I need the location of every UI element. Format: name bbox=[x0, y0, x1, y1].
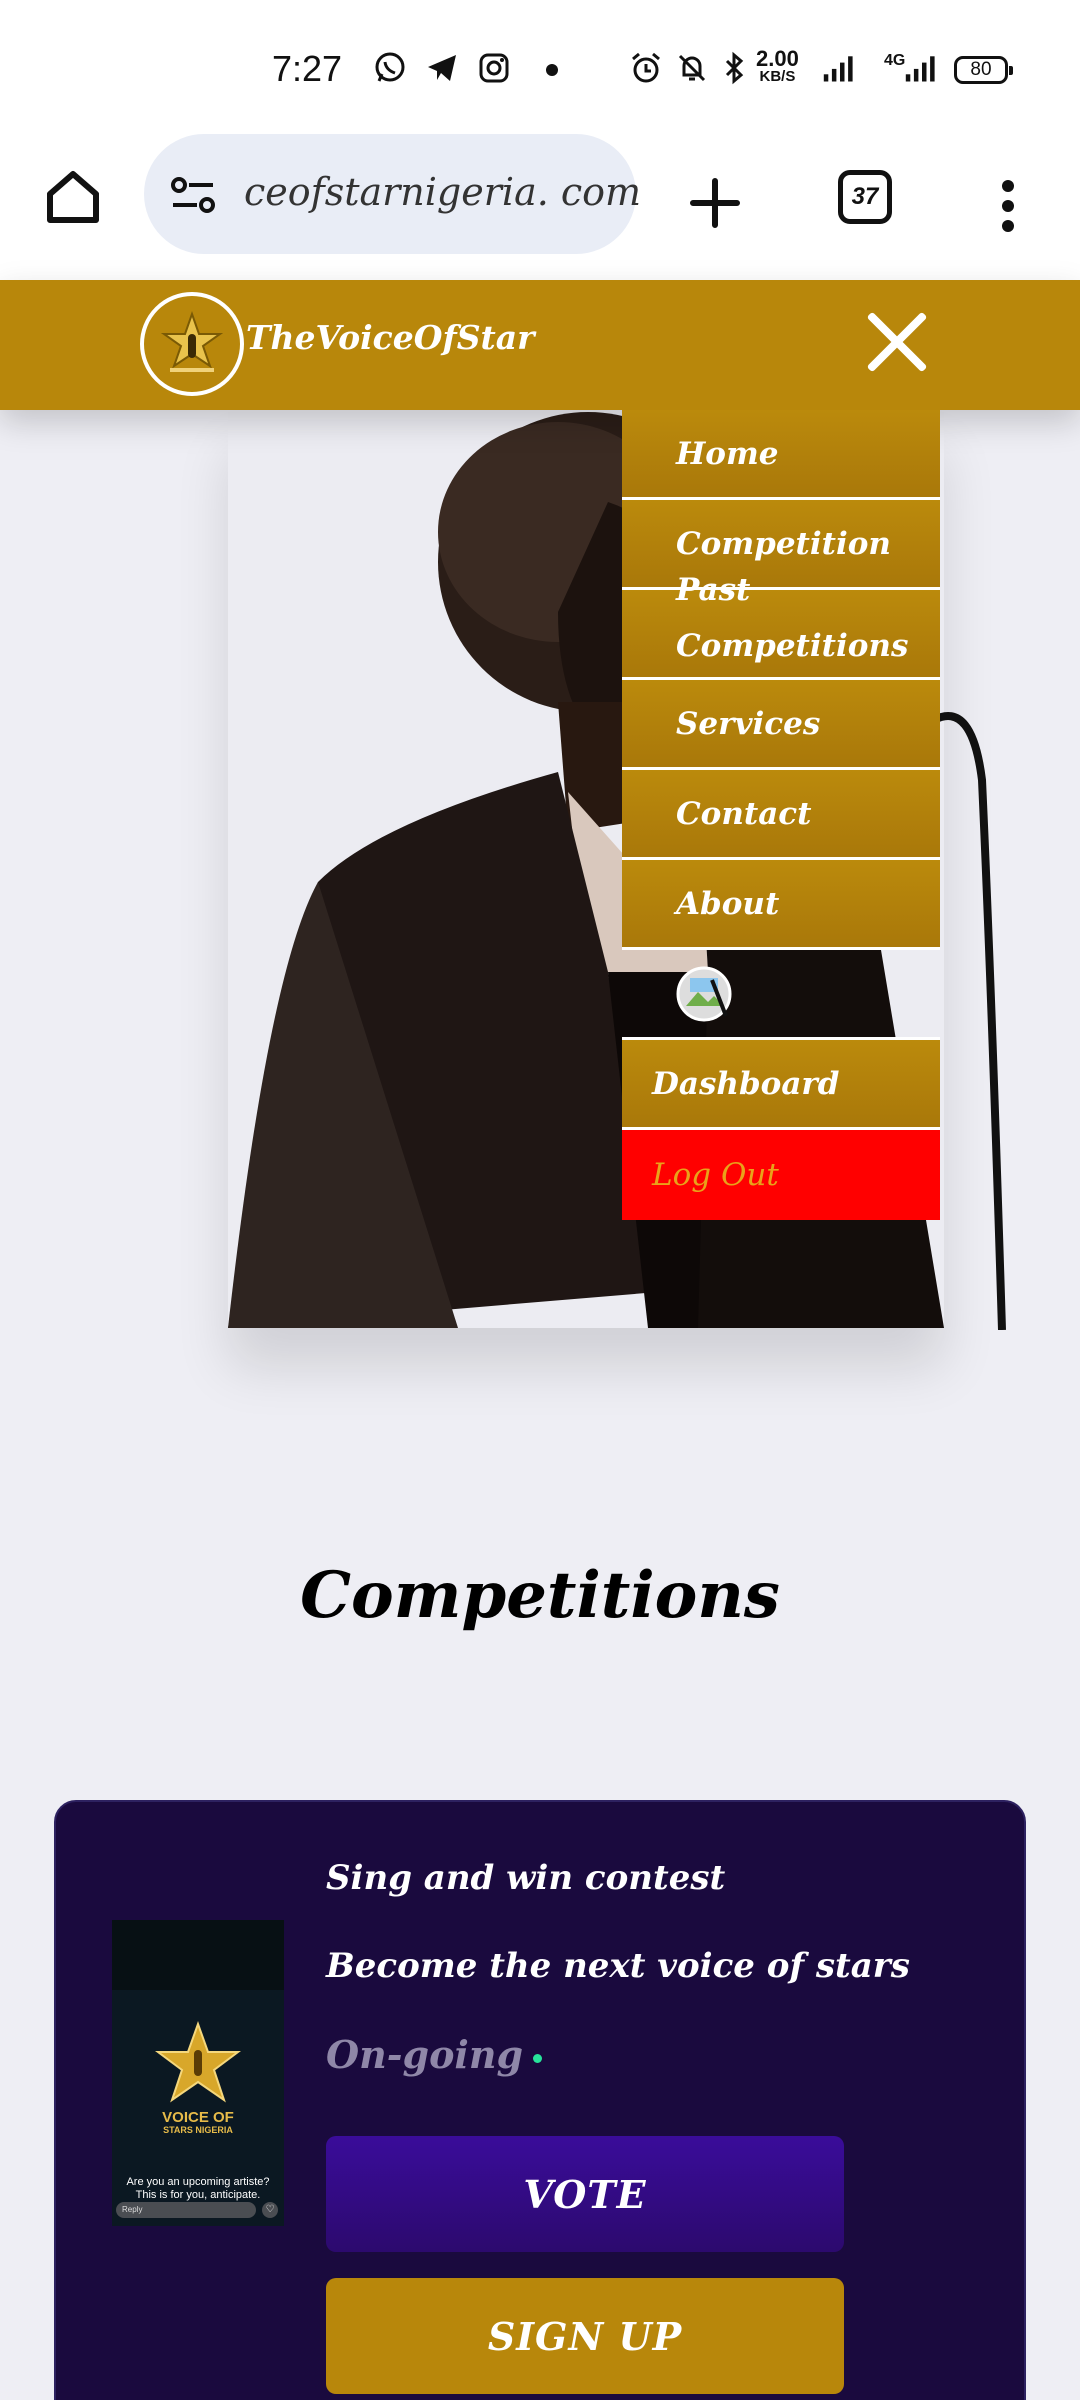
microphone-cable-image bbox=[932, 712, 1006, 1330]
network-speed: 2.00 KB/S bbox=[756, 46, 799, 86]
telegram-icon bbox=[424, 50, 460, 86]
site-settings-icon[interactable] bbox=[168, 170, 218, 220]
vote-button[interactable]: VOTE bbox=[326, 2136, 844, 2252]
mute-icon bbox=[674, 50, 710, 86]
signal-icon bbox=[822, 50, 858, 86]
thumbnail-reply-field: Reply bbox=[116, 2202, 256, 2218]
instagram-icon bbox=[476, 50, 512, 86]
menu-item-services[interactable]: Services bbox=[622, 680, 940, 770]
whatsapp-icon bbox=[372, 50, 408, 86]
tab-switcher-button[interactable]: 37 bbox=[838, 170, 892, 224]
site-logo[interactable] bbox=[140, 292, 244, 396]
competition-subtitle: Become the next voice of stars bbox=[326, 1946, 910, 1986]
broken-image-icon bbox=[676, 966, 732, 1021]
alarm-icon bbox=[628, 50, 664, 86]
signup-button[interactable]: SIGN UP bbox=[326, 2278, 844, 2394]
close-menu-icon[interactable] bbox=[856, 302, 936, 382]
competition-status: On-going bbox=[326, 2032, 543, 2077]
competition-thumbnail[interactable]: VOICE OF STARS NIGERIA Are you an upcomi… bbox=[112, 1920, 284, 2226]
menu-item-home[interactable]: Home bbox=[622, 410, 940, 500]
notification-dot-icon bbox=[546, 64, 558, 76]
heart-icon: ♡ bbox=[262, 2202, 278, 2218]
star-microphone-logo-icon bbox=[160, 310, 224, 372]
browser-toolbar: ceofstarnigeria. com 37 bbox=[0, 132, 1080, 280]
menu-item-dashboard[interactable]: Dashboard bbox=[622, 1040, 940, 1130]
url-text[interactable]: ceofstarnigeria. com bbox=[244, 170, 641, 214]
navigation-dropdown: Home Competition Past Competitions Servi… bbox=[622, 410, 940, 1220]
bluetooth-icon bbox=[716, 50, 752, 86]
thumbnail-caption: Are you an upcoming artiste? This is for… bbox=[126, 2176, 270, 2201]
menu-item-contact[interactable]: Contact bbox=[622, 770, 940, 860]
brand-name[interactable]: TheVoiceOfStar bbox=[246, 318, 535, 357]
competition-card: VOICE OF STARS NIGERIA Are you an upcomi… bbox=[54, 1800, 1026, 2400]
clock: 7:27 bbox=[272, 48, 343, 89]
menu-item-about[interactable]: About bbox=[622, 860, 940, 950]
new-tab-icon[interactable] bbox=[680, 168, 750, 238]
status-dot-icon bbox=[533, 2054, 543, 2063]
more-options-icon[interactable] bbox=[980, 166, 1036, 246]
network-type: 4G bbox=[884, 52, 906, 69]
menu-item-past-competitions[interactable]: Past Competitions bbox=[622, 572, 940, 680]
signal-4g-icon bbox=[904, 50, 940, 86]
site-header: TheVoiceOfStar bbox=[0, 280, 1080, 410]
thumbnail-header bbox=[112, 1920, 284, 1990]
competition-title: Sing and win contest bbox=[326, 1858, 726, 1898]
home-icon[interactable] bbox=[38, 162, 108, 232]
star-trophy-icon bbox=[155, 2021, 241, 2103]
profile-avatar[interactable] bbox=[622, 950, 940, 1040]
thumbnail-title: VOICE OF STARS NIGERIA bbox=[162, 2109, 234, 2135]
battery-indicator: 80 bbox=[954, 56, 1013, 84]
logout-button[interactable]: Log Out bbox=[622, 1130, 940, 1220]
status-bar: 7:27 2.00 KB/S 4G 80 bbox=[0, 0, 1080, 140]
address-bar[interactable]: ceofstarnigeria. com bbox=[144, 134, 641, 254]
competitions-heading: Competitions bbox=[300, 1558, 780, 1633]
